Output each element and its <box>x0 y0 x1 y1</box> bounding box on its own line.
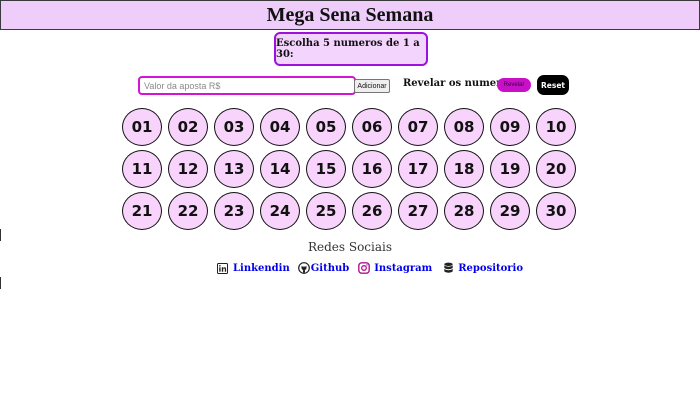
number-ball[interactable]: 26 <box>352 192 392 230</box>
linkedin-icon <box>216 262 228 274</box>
left-edge-mark <box>0 277 1 289</box>
number-ball[interactable]: 05 <box>306 108 346 146</box>
number-ball[interactable]: 01 <box>122 108 162 146</box>
number-ball[interactable]: 17 <box>398 150 438 188</box>
number-ball[interactable]: 29 <box>490 192 530 230</box>
number-ball[interactable]: 09 <box>490 108 530 146</box>
number-ball[interactable]: 24 <box>260 192 300 230</box>
number-ball[interactable]: 07 <box>398 108 438 146</box>
number-ball[interactable]: 19 <box>490 150 530 188</box>
page-title: Mega Sena Semana <box>266 3 434 26</box>
instruction-box: Escolha 5 numeros de 1 a 30: <box>274 32 428 66</box>
number-ball[interactable]: 15 <box>306 150 346 188</box>
number-ball[interactable]: 06 <box>352 108 392 146</box>
instagram-icon <box>358 262 371 274</box>
number-ball[interactable]: 04 <box>260 108 300 146</box>
number-ball[interactable]: 10 <box>536 108 576 146</box>
repository-label: Repositorio <box>458 262 524 274</box>
number-ball[interactable]: 23 <box>214 192 254 230</box>
number-ball[interactable]: 28 <box>444 192 484 230</box>
number-ball[interactable]: 25 <box>306 192 346 230</box>
page-header: Mega Sena Semana <box>0 0 700 30</box>
instagram-label: Instagram <box>374 262 433 274</box>
instruction-text: Escolha 5 numeros de 1 a 30: <box>276 38 420 60</box>
repository-link[interactable]: Repositorio <box>442 262 523 274</box>
github-label: Github <box>310 262 350 274</box>
number-ball[interactable]: 12 <box>168 150 208 188</box>
number-ball[interactable]: 03 <box>214 108 254 146</box>
add-button[interactable]: Adicionar <box>354 79 390 93</box>
linkedin-link[interactable]: Linkendin <box>216 262 290 274</box>
instagram-link[interactable]: Instagram <box>358 262 432 274</box>
number-ball[interactable]: 27 <box>398 192 438 230</box>
linkedin-label: Linkendin <box>233 262 290 274</box>
number-ball[interactable]: 21 <box>122 192 162 230</box>
social-links: Linkendin Github Instagram Repositorio <box>216 262 523 274</box>
number-ball[interactable]: 22 <box>168 192 208 230</box>
number-ball[interactable]: 16 <box>352 150 392 188</box>
number-ball[interactable]: 20 <box>536 150 576 188</box>
social-title: Redes Sociais <box>307 240 393 254</box>
number-ball[interactable]: 11 <box>122 150 162 188</box>
number-ball[interactable]: 14 <box>260 150 300 188</box>
number-grid: 01 02 03 04 05 06 07 08 09 10 11 12 13 14 15 16 17 18 19 20… <box>122 108 582 230</box>
number-ball[interactable]: 08 <box>444 108 484 146</box>
number-ball[interactable]: 18 <box>444 150 484 188</box>
number-ball[interactable]: 02 <box>168 108 208 146</box>
github-icon <box>297 262 310 274</box>
database-icon <box>442 262 454 274</box>
reset-button[interactable]: Reset <box>537 75 569 95</box>
number-ball[interactable]: 13 <box>214 150 254 188</box>
reveal-button[interactable]: Revelar <box>497 78 531 92</box>
bet-value-input[interactable] <box>138 76 356 95</box>
number-ball[interactable]: 30 <box>536 192 576 230</box>
github-link[interactable]: Github <box>297 262 350 274</box>
